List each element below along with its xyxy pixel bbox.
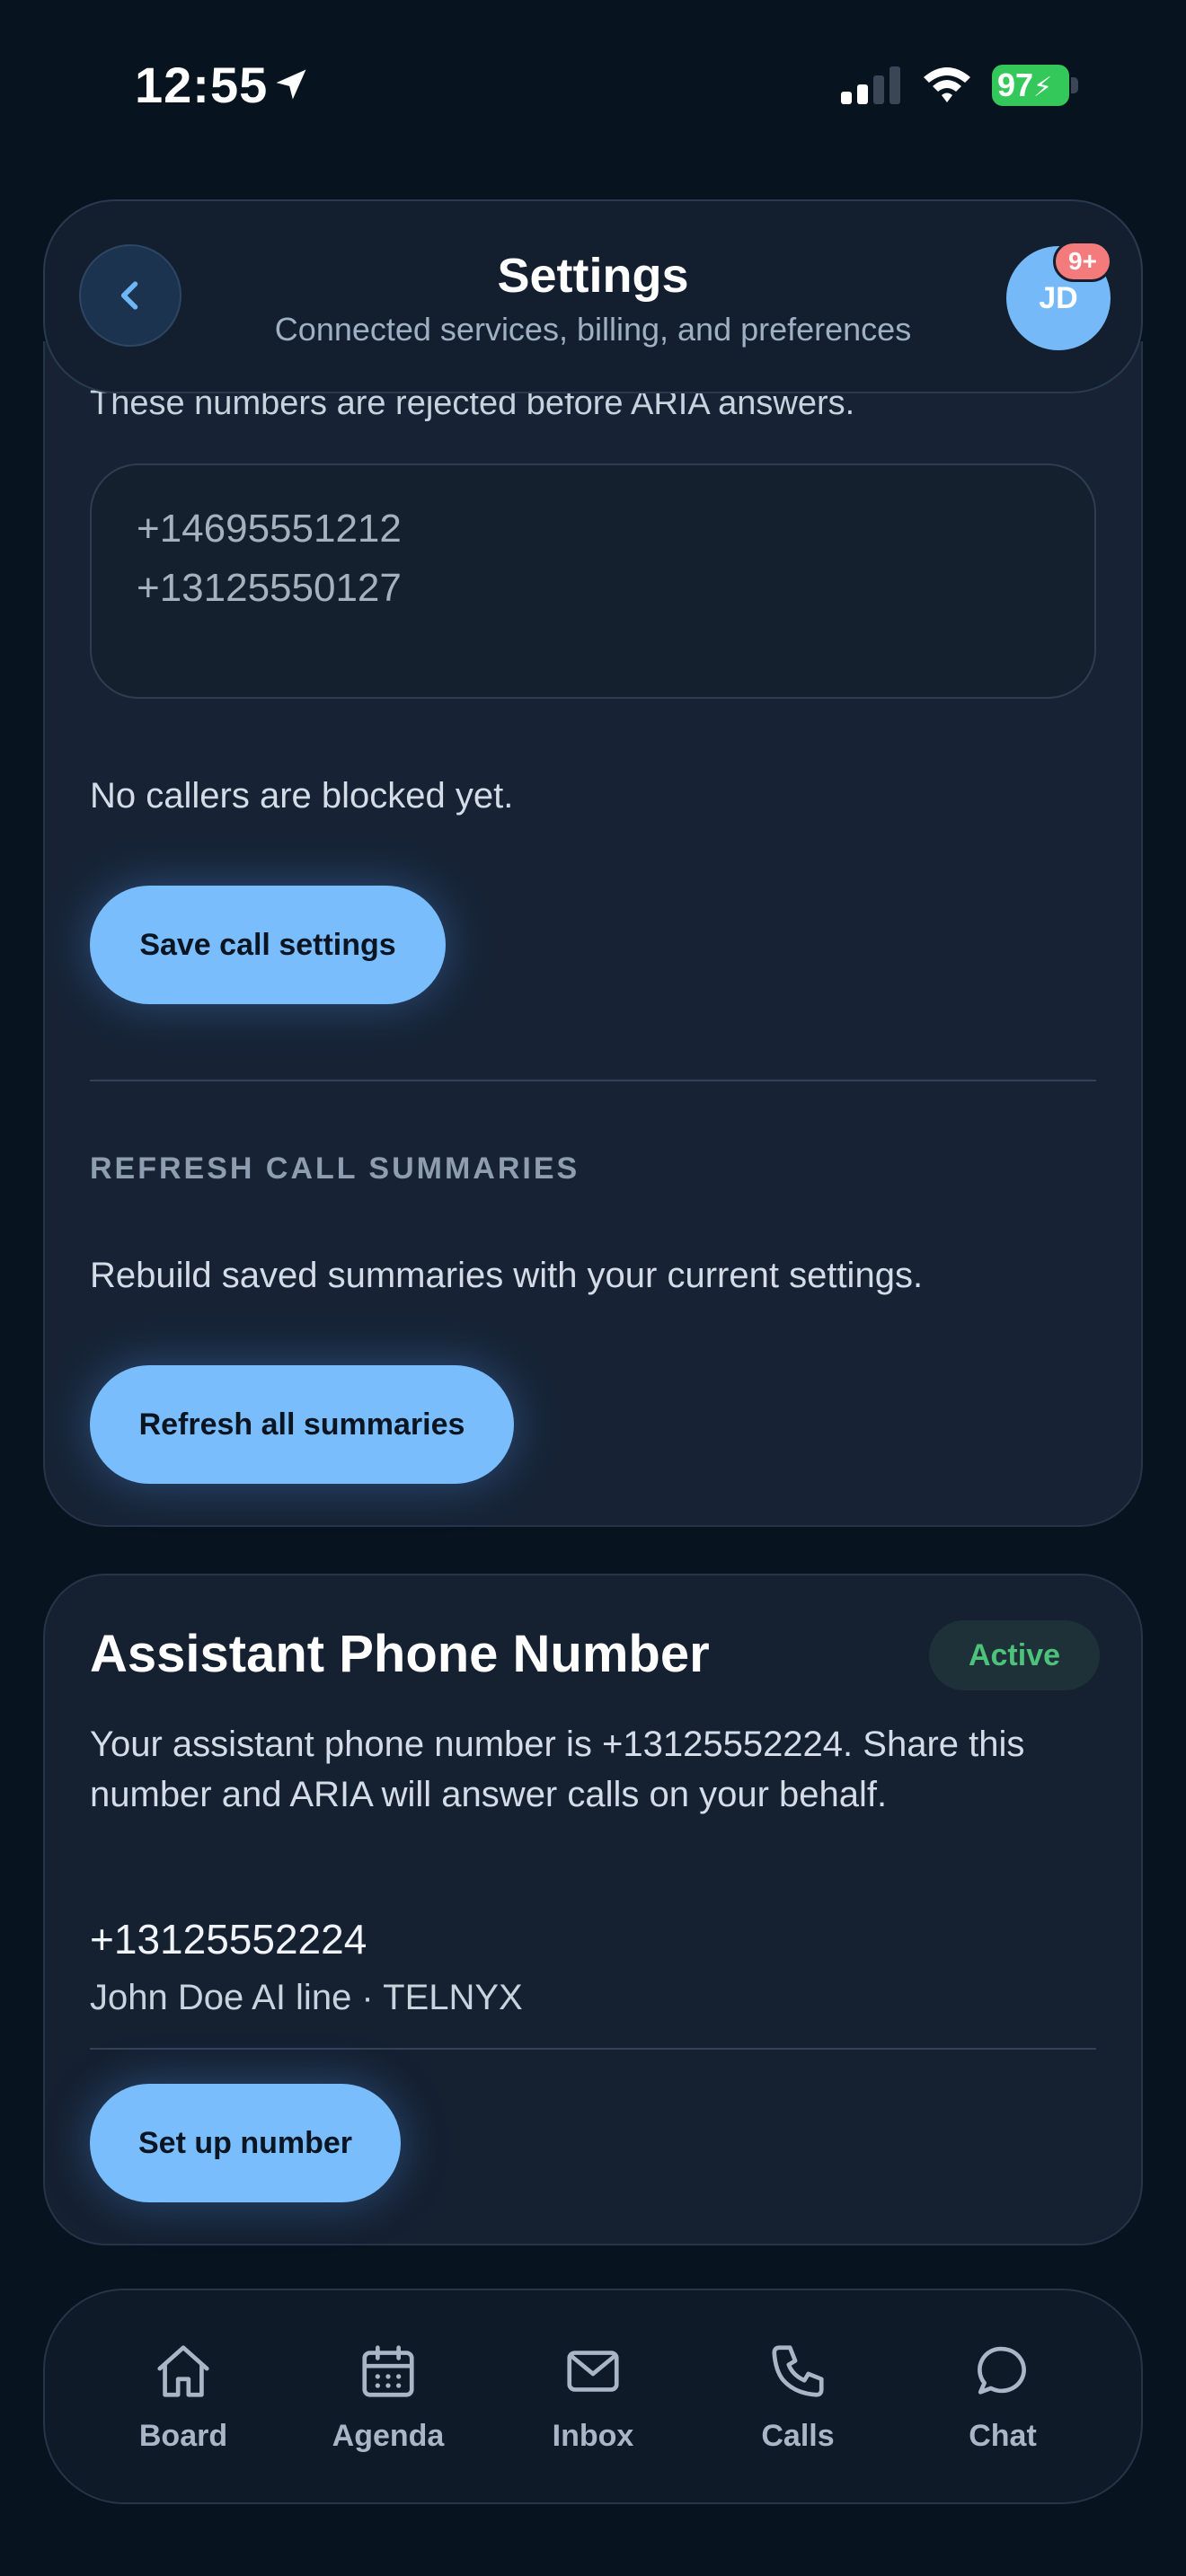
chat-bubble-icon [978, 2346, 1026, 2395]
nav-label: Board [138, 2418, 228, 2453]
status-badge: Active [929, 1620, 1100, 1690]
phone-icon [772, 2344, 824, 2397]
nav-label: Inbox [552, 2418, 634, 2453]
section-divider [90, 1080, 1096, 1081]
blocked-number: +13125550127 [137, 566, 402, 610]
cellular-signal-icon [841, 66, 900, 104]
nav-item-calls[interactable]: Calls [708, 2340, 888, 2454]
nav-item-board[interactable]: Board [93, 2340, 273, 2454]
nav-item-inbox[interactable]: Inbox [503, 2340, 683, 2454]
bottom-nav: Board Agenda Inbox Calls Chat [43, 2289, 1143, 2504]
battery-level: 97 [997, 66, 1034, 103]
status-bar: 12:55 97⚡ [0, 0, 1186, 180]
refresh-section-label: REFRESH CALL SUMMARIES [90, 1151, 580, 1186]
card-description: Your assistant phone number is +13125552… [90, 1725, 1025, 1814]
assistant-phone-card: Assistant Phone Number Active Your assis… [43, 1574, 1143, 2245]
blocked-number: +14695551212 [137, 507, 402, 551]
nav-label: Calls [761, 2418, 835, 2453]
save-call-settings-button[interactable]: Save call settings [90, 886, 446, 1004]
charging-bolt-icon: ⚡ [1033, 73, 1053, 102]
page-title: Settings [497, 249, 689, 303]
nav-item-agenda[interactable]: Agenda [298, 2340, 478, 2454]
refresh-section-description: Rebuild saved summaries with your curren… [90, 1256, 924, 1295]
battery-indicator: 97⚡ [992, 65, 1080, 106]
card-divider [90, 2048, 1096, 2050]
set-up-number-button[interactable]: Set up number [90, 2084, 401, 2202]
location-arrow-icon [276, 69, 306, 100]
page-subtitle: Connected services, billing, and prefere… [274, 311, 912, 348]
nav-label: Chat [969, 2418, 1037, 2453]
home-icon [157, 2344, 209, 2397]
mail-icon [567, 2350, 619, 2392]
line-info: John Doe AI line · TELNYX [90, 1978, 523, 2017]
blocked-empty-state: No callers are blocked yet. [90, 776, 514, 816]
card-title: Assistant Phone Number [90, 1625, 710, 1683]
refresh-summaries-button[interactable]: Refresh all summaries [90, 1365, 514, 1484]
blocked-numbers-textarea[interactable]: +14695551212 +13125550127 [90, 463, 1096, 699]
nav-label: Agenda [332, 2418, 445, 2453]
settings-screen: 12:55 97⚡ Settings Connected services, b… [0, 0, 1186, 2576]
nav-item-chat[interactable]: Chat [913, 2340, 1093, 2454]
notification-badge: 9+ [1053, 241, 1112, 282]
wifi-icon [924, 67, 970, 102]
status-time: 12:55 [135, 57, 269, 113]
assistant-phone-number: +13125552224 [90, 1916, 367, 1963]
calendar-icon [362, 2344, 414, 2397]
header-bar: Settings Connected services, billing, an… [43, 199, 1143, 393]
